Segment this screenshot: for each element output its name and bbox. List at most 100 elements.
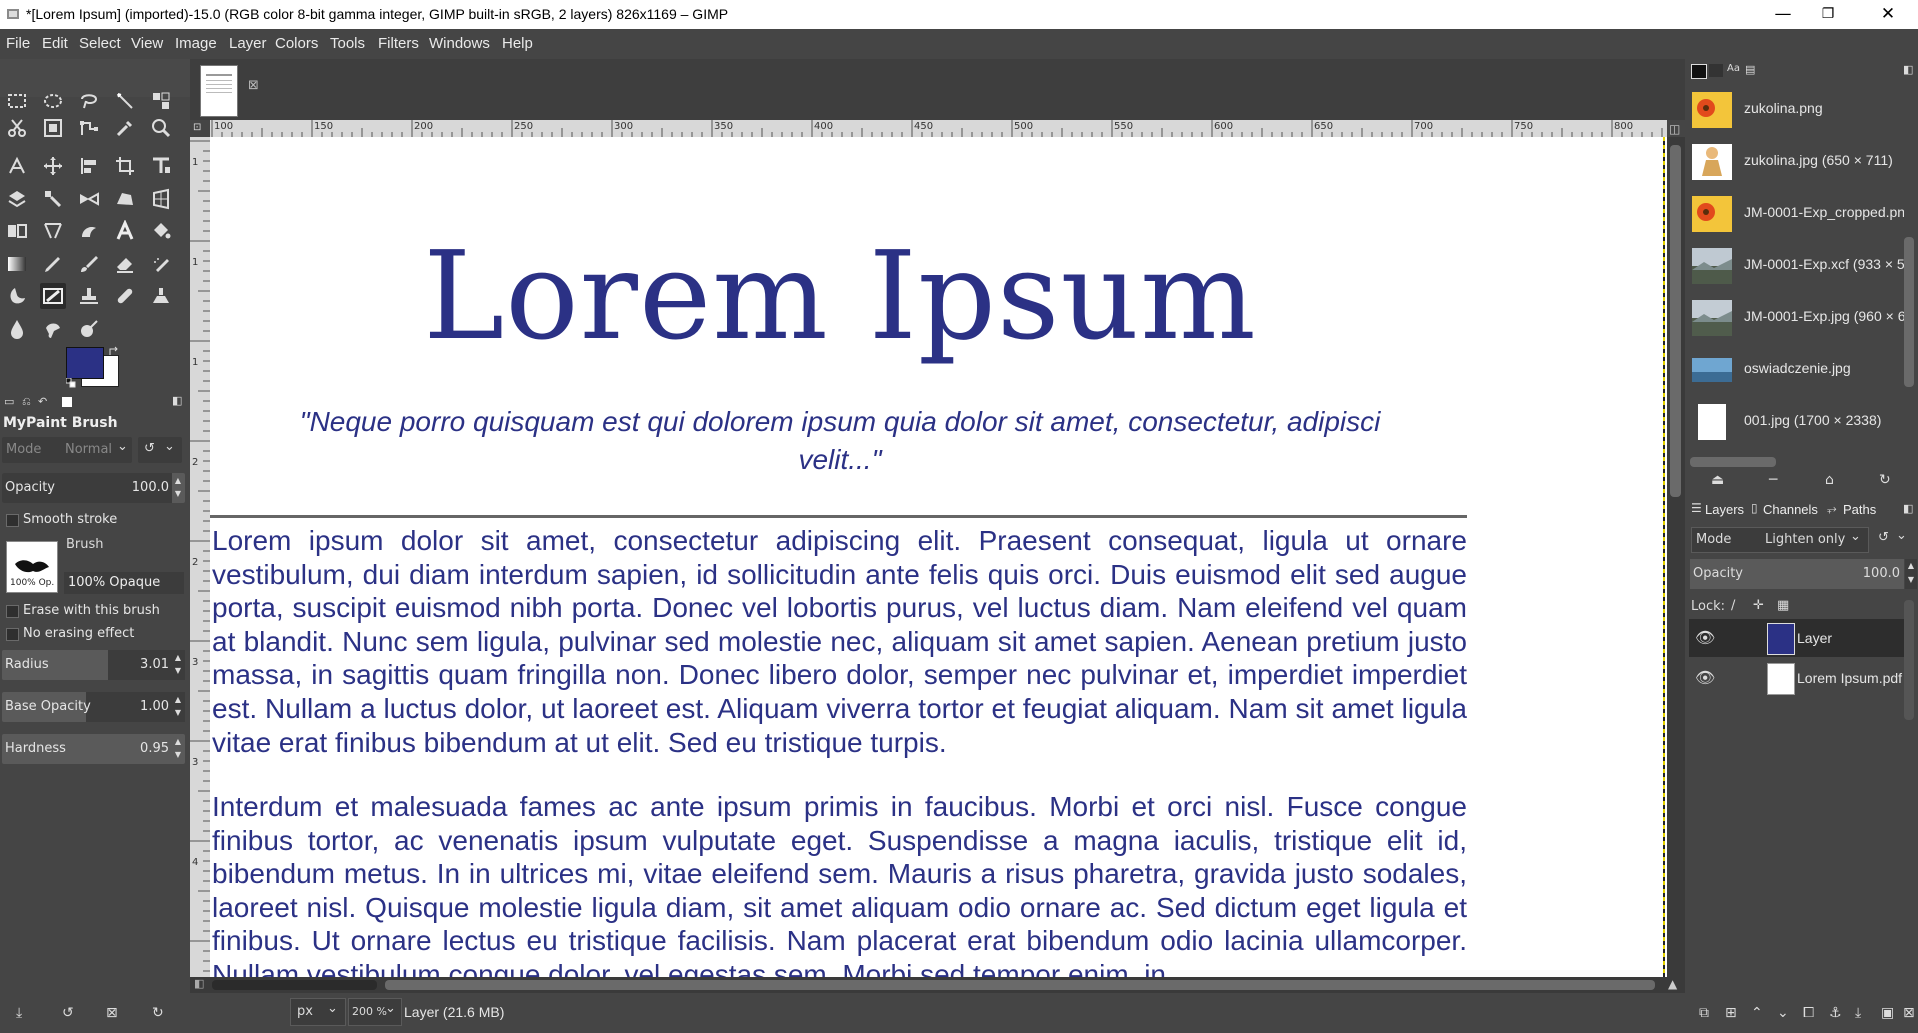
- menu-image[interactable]: Image: [175, 35, 217, 52]
- maximize-button[interactable]: ❐: [1800, 0, 1856, 29]
- warp-transform-tool[interactable]: [4, 186, 30, 212]
- cage-transform-tool[interactable]: [112, 186, 138, 212]
- no-erasing-checkbox[interactable]: No erasing effect: [4, 624, 188, 644]
- base-opacity-spinner[interactable]: ▲ ▼: [172, 693, 184, 721]
- save-options-button[interactable]: ⤓: [16, 1005, 22, 1021]
- images-horizontal-scroll-thumb[interactable]: [1690, 457, 1776, 467]
- layer-opacity-slider[interactable]: Opacity 100.0: [1690, 559, 1904, 589]
- fonts-tab-icon[interactable]: Aa: [1727, 63, 1740, 74]
- radius-slider[interactable]: Radius 3.01 ▲ ▼: [2, 650, 185, 680]
- paintbrush-tool[interactable]: [76, 251, 102, 277]
- list-item[interactable]: 001.jpg (1700 × 2338): [1692, 397, 1912, 447]
- list-item[interactable]: oswiadczenie.jpg: [1692, 345, 1912, 395]
- vertical-ruler[interactable]: 1 1 1 2 2 3 3 4: [190, 137, 210, 977]
- base-opacity-slider[interactable]: Base Opacity 1.00 ▲ ▼: [2, 692, 185, 722]
- reset-options-button[interactable]: ↻: [152, 1005, 164, 1021]
- image-tab-thumbnail[interactable]: [200, 65, 238, 117]
- opacity-slider[interactable]: Opacity 100.0 ▲ ▼: [2, 473, 185, 503]
- mypaint-brush-tool[interactable]: [40, 283, 66, 309]
- layers-scrollbar[interactable]: [1904, 600, 1914, 720]
- smooth-stroke-checkbox[interactable]: Smooth stroke: [4, 510, 188, 530]
- restore-options-button[interactable]: ↺: [62, 1005, 74, 1021]
- hardness-spinner[interactable]: ▲ ▼: [172, 735, 184, 763]
- layer-mode-reset-button[interactable]: ↺ ⌄: [1872, 527, 1916, 551]
- menu-tools[interactable]: Tools: [330, 35, 365, 52]
- zoom-select[interactable]: 200 % ⌄: [348, 998, 402, 1026]
- heal-tool[interactable]: [112, 283, 138, 309]
- flip-tool[interactable]: [76, 186, 102, 212]
- smudge-finger-tool[interactable]: [40, 316, 66, 342]
- close-button[interactable]: ✕: [1860, 0, 1916, 29]
- menu-view[interactable]: View: [131, 35, 163, 52]
- opacity-spinner[interactable]: ▲ ▼: [172, 474, 184, 502]
- list-item[interactable]: zukolina.jpg (650 × 711): [1692, 137, 1912, 187]
- zoom-tool[interactable]: [148, 115, 174, 141]
- bucket-fill-tool[interactable]: [148, 218, 174, 244]
- smudge-tool[interactable]: [76, 218, 102, 244]
- image-canvas[interactable]: Lorem Ipsum "Neque porro quisquam est qu…: [210, 137, 1667, 977]
- new-layer-group-button[interactable]: ⧉: [1699, 1005, 1709, 1021]
- hardness-slider[interactable]: Hardness 0.95 ▲ ▼: [2, 734, 185, 764]
- blur-sharpen-tool[interactable]: [4, 316, 30, 342]
- align-tool[interactable]: [76, 153, 102, 179]
- menu-select[interactable]: Select: [79, 35, 121, 52]
- brush-preview[interactable]: 100% Op.: [6, 541, 58, 593]
- close-tab-icon[interactable]: ⊠: [248, 78, 259, 93]
- new-layer-button[interactable]: ⊞: [1725, 1005, 1737, 1021]
- dodge-burn-tool[interactable]: [76, 316, 102, 342]
- undo-history-tab-icon[interactable]: ↶: [38, 395, 47, 408]
- text-tool[interactable]: [112, 218, 138, 244]
- shear-tool[interactable]: [40, 218, 66, 244]
- list-item[interactable]: JM-0001-Exp.jpg (960 × 600): [1692, 293, 1912, 343]
- vertical-scrollbar[interactable]: [1667, 137, 1685, 977]
- new-view-button[interactable]: ─: [1769, 472, 1777, 488]
- scissors-select-tool[interactable]: [4, 115, 30, 141]
- raise-image-button[interactable]: ⏏: [1711, 472, 1724, 488]
- anchor-layer-button[interactable]: ⚓: [1829, 1005, 1842, 1021]
- brushes-tab-icon[interactable]: [1691, 64, 1707, 79]
- reset-mode-button[interactable]: ↺ ⌄: [138, 437, 182, 463]
- lock-position-icon[interactable]: ✛: [1753, 598, 1764, 613]
- measure-tool[interactable]: [4, 153, 30, 179]
- document-history-tab-icon[interactable]: ▤: [1745, 63, 1755, 76]
- layer-mask-button[interactable]: ▣: [1881, 1005, 1894, 1021]
- radius-spinner[interactable]: ▲ ▼: [172, 651, 184, 679]
- patterns-tab-icon[interactable]: [1709, 64, 1723, 77]
- menu-edit[interactable]: Edit: [42, 35, 68, 52]
- menu-help[interactable]: Help: [502, 35, 533, 52]
- unit-select[interactable]: px ⌄: [290, 998, 346, 1026]
- perspective-tool[interactable]: [148, 186, 174, 212]
- ink-tool[interactable]: [4, 283, 30, 309]
- layer-row[interactable]: 👁 Layer: [1689, 619, 1911, 657]
- erase-with-brush-checkbox[interactable]: Erase with this brush: [4, 601, 188, 621]
- color-picker-tool[interactable]: [112, 115, 138, 141]
- layer-opacity-spinner[interactable]: ▲ ▼: [1905, 559, 1917, 589]
- combined-transform-tool[interactable]: [4, 218, 30, 244]
- horizontal-scrollbar[interactable]: ◧ ▲: [190, 977, 1685, 993]
- mode-select[interactable]: Mode Normal ⌄: [2, 437, 132, 463]
- tab-paths[interactable]: Paths: [1843, 502, 1876, 517]
- raise-layer-button[interactable]: ⌃: [1751, 1005, 1763, 1021]
- navigate-arrow-icon[interactable]: ▲: [1668, 977, 1677, 991]
- foreground-color-swatch[interactable]: [66, 347, 104, 379]
- lock-alpha-icon[interactable]: ▦: [1777, 598, 1789, 613]
- crop-tool[interactable]: [112, 153, 138, 179]
- vertical-scroll-thumb[interactable]: [1670, 145, 1681, 497]
- swap-colors-icon[interactable]: [108, 346, 120, 358]
- configure-tab-icon[interactable]: ◧: [172, 394, 182, 407]
- menu-file[interactable]: File: [6, 35, 30, 52]
- list-item[interactable]: zukolina.png: [1692, 85, 1912, 135]
- device-status-tab-icon[interactable]: ⎌: [22, 395, 31, 409]
- lock-pixels-icon[interactable]: ∕: [1731, 598, 1735, 613]
- gradient-tool[interactable]: [4, 251, 30, 277]
- horizontal-scroll-thumb[interactable]: [212, 980, 377, 990]
- tab-layers[interactable]: Layers: [1705, 502, 1744, 517]
- clean-image-button[interactable]: ⌂: [1825, 472, 1834, 488]
- eraser-tool[interactable]: [112, 251, 138, 277]
- menu-windows[interactable]: Windows: [429, 35, 490, 52]
- fuzzy-select-tool[interactable]: [112, 88, 138, 114]
- handle-transform-tool[interactable]: [40, 186, 66, 212]
- images-vertical-scroll-thumb[interactable]: [1904, 237, 1914, 387]
- airbrush-tool[interactable]: [148, 251, 174, 277]
- layer-mode-select[interactable]: Mode Lighten only ⌄: [1691, 527, 1869, 553]
